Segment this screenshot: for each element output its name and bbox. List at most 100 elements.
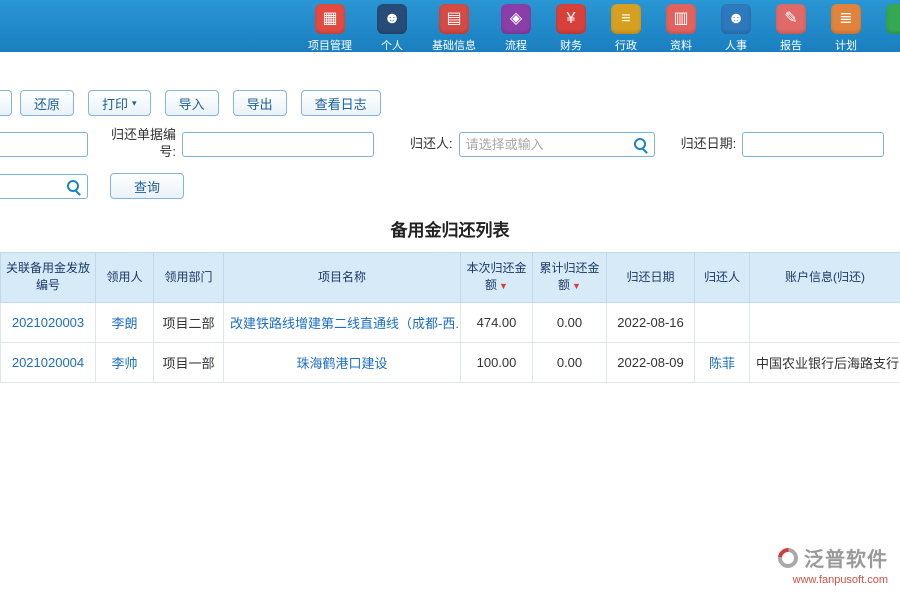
returner-input[interactable]: [459, 132, 655, 157]
returner-link[interactable]: 陈菲: [709, 356, 735, 371]
brand-url: www.fanpusoft.com: [778, 574, 888, 586]
print-button[interactable]: 打印 ▾: [88, 90, 151, 116]
project-name-link[interactable]: 改建铁路线增建第二线直通线（成都-西...: [230, 316, 461, 331]
documents-icon: ▥: [666, 4, 696, 34]
cell-recipient: 李帅: [96, 342, 154, 382]
cell-return-date: 2022-08-16: [607, 302, 695, 342]
search-icon[interactable]: [634, 138, 648, 152]
view-log-button-label: 查看日志: [315, 94, 367, 113]
return-date-label: 归还日期:: [681, 136, 737, 153]
query-button[interactable]: 查询: [110, 173, 184, 199]
issuance-no-link[interactable]: 2021020003: [12, 315, 84, 330]
basic-info-icon: ▤: [439, 4, 469, 34]
print-button-label: 打印: [102, 94, 128, 113]
returner-label: 归还人:: [410, 136, 453, 153]
cell-project-name: 改建铁路线增建第二线直通线（成都-西...: [224, 302, 461, 342]
header-return-amount[interactable]: 本次归还金额▼: [461, 253, 533, 303]
nav-item-label: 行政: [615, 37, 637, 52]
nav-item-label: 基础信息: [432, 37, 476, 52]
header-total-return-amount[interactable]: 累计归还金额▼: [533, 253, 607, 303]
table-row: 2021020003 李朗 项目二部 改建铁路线增建第二线直通线（成都-西...…: [1, 302, 900, 342]
table-header-row: 关联备用金发放编号 领用人 领用部门 项目名称 本次归还金额▼ 累计归还金额▼ …: [1, 253, 900, 303]
export-button[interactable]: 导出: [233, 90, 287, 116]
administration-icon: ≡: [611, 4, 641, 34]
issuance-no-link[interactable]: 2021020004: [12, 355, 84, 370]
view-log-button[interactable]: 查看日志: [301, 90, 381, 116]
nav-item-finance[interactable]: ¥ 财务: [556, 4, 586, 52]
cell-issuance-no: 2021020003: [1, 302, 96, 342]
sort-icon: ▼: [499, 281, 508, 291]
cell-total-return-amount: 0.00: [533, 302, 607, 342]
workflow-icon: ◈: [501, 4, 531, 34]
nav-item-documents[interactable]: ▥ 资料: [666, 4, 696, 52]
nav-item-basic-info[interactable]: ▤ 基础信息: [432, 4, 476, 52]
nav-item-personal[interactable]: ☻ 个人: [377, 4, 407, 52]
nav-item-label: 财务: [560, 37, 582, 52]
reports-icon: ✎: [776, 4, 806, 34]
cell-total-return-amount: 0.00: [533, 342, 607, 382]
header-account-info: 账户信息(归还): [750, 253, 900, 303]
search-icon[interactable]: [67, 180, 81, 194]
table-row: 2021020004 李帅 项目一部 珠海鹤港口建设 100.00 0.00 2…: [1, 342, 900, 382]
nav-item-label: 个人: [381, 37, 403, 52]
nav-item-label: 人事: [725, 37, 747, 52]
nav-item-label: 计划: [835, 37, 857, 52]
nav-item-project-management[interactable]: ▦ 项目管理: [308, 4, 352, 52]
brand-name: 泛普软件: [804, 543, 888, 572]
return-doc-no-label: 归还单据编号:: [104, 127, 176, 161]
header-dept: 领用部门: [154, 253, 224, 303]
header-returner: 归还人: [695, 253, 750, 303]
cell-account-info: [750, 302, 900, 342]
personal-icon: ☻: [377, 4, 407, 34]
export-button-label: 导出: [247, 94, 273, 113]
nav-item-plan[interactable]: ≣ 计划: [831, 4, 861, 52]
chevron-down-icon: ▾: [132, 98, 137, 109]
return-doc-no-input[interactable]: [182, 132, 374, 157]
clipped-icon: [886, 4, 900, 34]
cell-issuance-no: 2021020004: [1, 342, 96, 382]
plan-icon: ≣: [831, 4, 861, 34]
cell-return-amount: 474.00: [461, 302, 533, 342]
header-project-name: 项目名称: [224, 253, 461, 303]
filter-row-2: 查询: [0, 172, 900, 200]
nav-item-reports[interactable]: ✎ 报告: [776, 4, 806, 52]
restore-button[interactable]: 还原: [20, 90, 74, 116]
cell-return-date: 2022-08-09: [607, 342, 695, 382]
restore-button-label: 还原: [34, 94, 60, 113]
nav-item-hr[interactable]: ☻ 人事: [721, 4, 751, 52]
recipient-link[interactable]: 李朗: [111, 316, 137, 331]
petty-cash-return-table: 关联备用金发放编号 领用人 领用部门 项目名称 本次归还金额▼ 累计归还金额▼ …: [0, 252, 900, 383]
cell-recipient: 李朗: [96, 302, 154, 342]
filter-row-1: 归还单据编号: 归还人: 归还日期:: [0, 130, 900, 158]
import-button-label: 导入: [179, 94, 205, 113]
project-management-icon: ▦: [315, 4, 345, 34]
nav-item-label: 项目管理: [308, 37, 352, 52]
return-date-input[interactable]: [742, 132, 884, 157]
nav-item-clipped[interactable]: [886, 4, 900, 52]
sort-icon: ▼: [572, 281, 581, 291]
clipped-filter-input[interactable]: [0, 132, 88, 157]
hr-icon: ☻: [721, 4, 751, 34]
header-recipient: 领用人: [96, 253, 154, 303]
recipient-link[interactable]: 李帅: [111, 356, 137, 371]
top-navigation-bar: ▦ 项目管理 ☻ 个人 ▤ 基础信息 ◈ 流程 ¥ 财务 ≡ 行政 ▥ 资料 ☻: [0, 0, 900, 52]
cell-return-amount: 100.00: [461, 342, 533, 382]
nav-item-label: 流程: [505, 37, 527, 52]
header-issuance-no: 关联备用金发放编号: [1, 253, 96, 303]
cell-returner: 陈菲: [695, 342, 750, 382]
nav-items: ▦ 项目管理 ☻ 个人 ▤ 基础信息 ◈ 流程 ¥ 财务 ≡ 行政 ▥ 资料 ☻: [308, 0, 900, 52]
nav-item-administration[interactable]: ≡ 行政: [611, 4, 641, 52]
cell-account-info: 中国农业银行后海路支行: [750, 342, 900, 382]
query-button-label: 查询: [134, 177, 160, 196]
nav-item-label: 资料: [670, 37, 692, 52]
fanpu-watermark: 泛普软件 www.fanpusoft.com: [778, 543, 888, 586]
toolbar: 还原 打印 ▾ 导入 导出 查看日志: [0, 90, 900, 116]
fanpu-logo-icon: [774, 543, 802, 571]
cell-dept: 项目二部: [154, 302, 224, 342]
nav-item-workflow[interactable]: ◈ 流程: [501, 4, 531, 52]
cell-project-name: 珠海鹤港口建设: [224, 342, 461, 382]
project-name-link[interactable]: 珠海鹤港口建设: [296, 356, 387, 371]
cell-dept: 项目一部: [154, 342, 224, 382]
import-button[interactable]: 导入: [165, 90, 219, 116]
clipped-left-button[interactable]: [0, 90, 12, 116]
